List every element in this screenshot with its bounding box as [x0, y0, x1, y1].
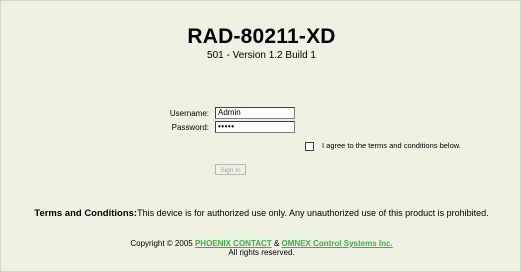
- username-input[interactable]: [215, 107, 295, 119]
- version-subtitle: 501 - Version 1.2 Build 1: [207, 50, 316, 61]
- page-title: RAD-80211-XD: [187, 25, 336, 48]
- password-label: Password:: [171, 123, 209, 132]
- omnex-link[interactable]: OMNEX Control Systems Inc.: [282, 239, 393, 248]
- ampersand: &: [273, 239, 280, 248]
- terms-heading: Terms and Conditions:: [34, 208, 138, 219]
- agree-label: I agree to the terms and conditions belo…: [322, 141, 461, 150]
- agree-checkbox[interactable]: [305, 142, 314, 151]
- rights-text: All rights reserved.: [228, 248, 295, 257]
- login-panel: RAD-80211-XD 501 - Version 1.2 Build 1 U…: [0, 0, 521, 272]
- phoenix-contact-link[interactable]: PHOENIX CONTACT: [195, 239, 272, 248]
- username-label: Username:: [169, 109, 209, 118]
- password-input[interactable]: •••••: [215, 121, 295, 133]
- terms-text: This device is for authorized use only. …: [137, 208, 489, 218]
- copyright-prefix: Copyright © 2005: [130, 239, 193, 248]
- copyright-footer: Copyright © 2005 PHOENIX CONTACT & OMNEX…: [1, 239, 521, 257]
- sign-in-button[interactable]: Sign In: [215, 164, 246, 175]
- terms-section: Terms and Conditions:This device is for …: [1, 208, 521, 219]
